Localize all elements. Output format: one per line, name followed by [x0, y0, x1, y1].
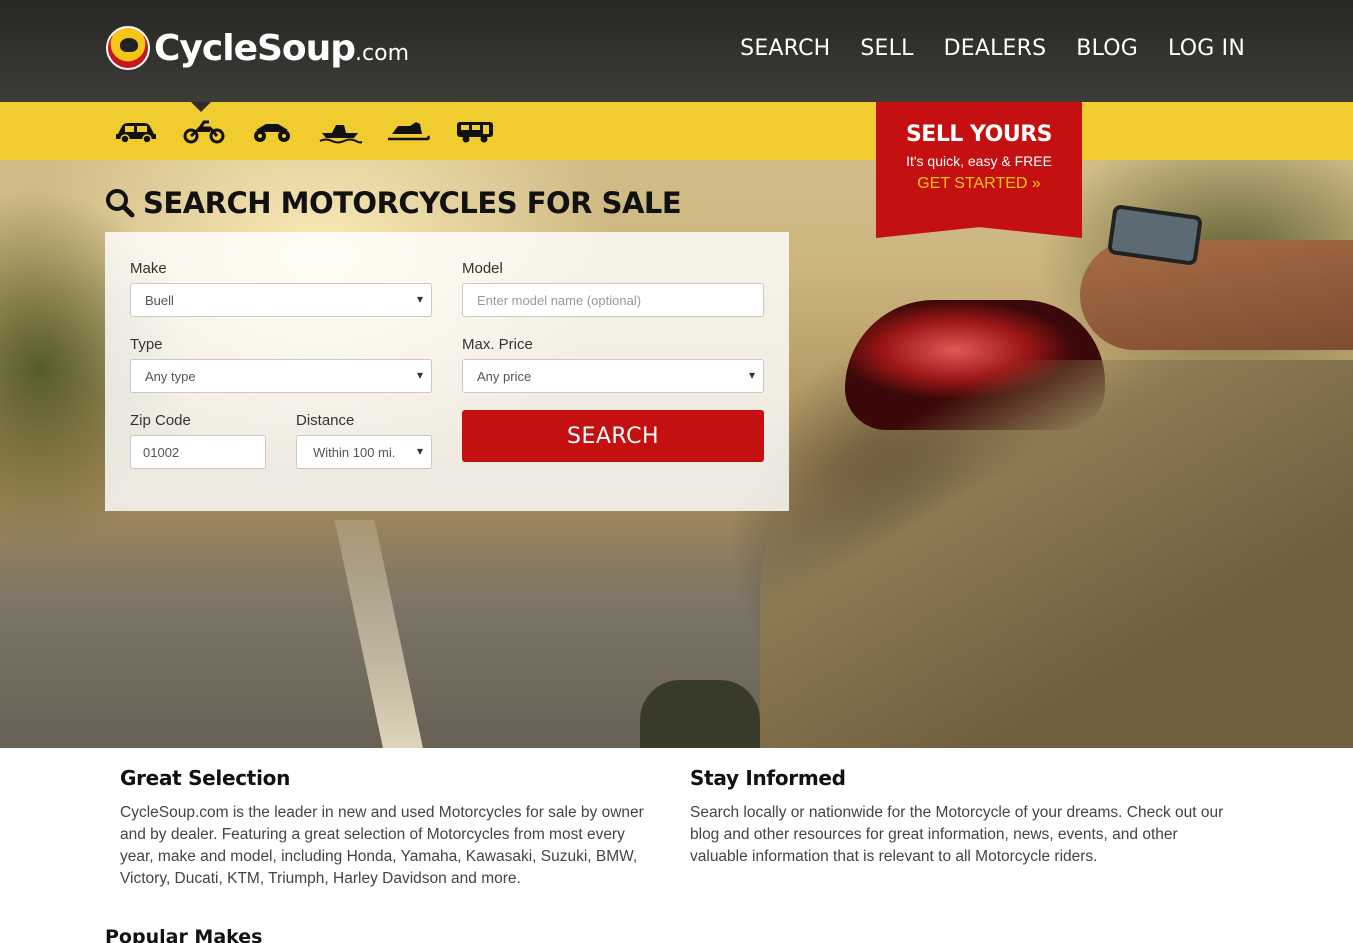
max-price-select[interactable]: Any price	[462, 359, 764, 393]
distance-select[interactable]: Within 100 mi.	[296, 435, 432, 469]
nav-blog[interactable]: BLOG	[1076, 36, 1138, 61]
hero-rider-arm	[1080, 240, 1353, 350]
zip-code-field: Zip Code 01002	[130, 412, 266, 469]
rv-icon[interactable]	[454, 118, 498, 144]
max-price-label: Max. Price	[462, 336, 533, 353]
vehicle-type-tabs	[114, 118, 498, 144]
type-select[interactable]: Any type	[130, 359, 432, 393]
zip-code-input[interactable]: 01002	[130, 435, 266, 469]
boat-icon[interactable]	[318, 118, 362, 144]
hero-rider-boot	[640, 680, 760, 748]
search-button[interactable]: SEARCH	[462, 410, 764, 462]
stay-informed-section: Stay Informed Search locally or nationwi…	[690, 766, 1230, 868]
duck-logo-icon	[106, 26, 150, 70]
nav-dealers[interactable]: DEALERS	[944, 36, 1047, 61]
great-selection-section: Great Selection CycleSoup.com is the lea…	[120, 766, 660, 890]
type-label: Type	[130, 336, 163, 353]
nav-sell[interactable]: SELL	[860, 36, 913, 61]
search-heading: SEARCH MOTORCYCLES FOR SALE	[105, 186, 682, 220]
great-selection-body: CycleSoup.com is the leader in new and u…	[120, 804, 644, 887]
model-field: Model Enter model name (optional)	[462, 260, 764, 317]
nav-log-in[interactable]: LOG IN	[1168, 36, 1245, 61]
type-field: Type Any type	[130, 336, 432, 393]
stay-informed-body: Search locally or nationwide for the Mot…	[690, 804, 1224, 865]
nav-search[interactable]: SEARCH	[740, 36, 830, 61]
active-tab-caret	[191, 102, 211, 112]
great-selection-title: Great Selection	[120, 766, 291, 790]
main-nav: SEARCH SELL DEALERS BLOG LOG IN	[740, 36, 1245, 61]
make-field: Make Buell	[130, 260, 432, 317]
distance-label: Distance	[296, 412, 355, 429]
site-header: CycleSoup.com SEARCH SELL DEALERS BLOG L…	[0, 0, 1353, 102]
model-label: Model	[462, 260, 503, 277]
sell-banner-subtitle: It's quick, easy & FREE	[906, 153, 1052, 169]
zip-code-label: Zip Code	[130, 412, 191, 429]
logo-wordmark: CycleSoup.com	[154, 27, 410, 69]
car-icon[interactable]	[114, 118, 158, 144]
search-title-text: SEARCH MOTORCYCLES FOR SALE	[143, 186, 682, 220]
snowmobile-icon[interactable]	[386, 118, 430, 144]
make-label: Make	[130, 260, 167, 277]
magnifier-icon	[106, 189, 135, 218]
stay-informed-title: Stay Informed	[690, 766, 846, 790]
get-started-link[interactable]: GET STARTED »	[917, 175, 1041, 193]
max-price-field: Max. Price Any price	[462, 336, 764, 393]
sell-banner-title: SELL YOURS	[905, 122, 1053, 147]
sell-yours-banner[interactable]: SELL YOURS It's quick, easy & FREE GET S…	[876, 102, 1082, 238]
popular-makes-heading: Popular Makes	[105, 926, 263, 943]
distance-field: Distance Within 100 mi.	[296, 412, 432, 469]
hero-rider-leg	[760, 360, 1353, 748]
site-logo[interactable]: CycleSoup.com	[106, 26, 409, 70]
make-select[interactable]: Buell	[130, 283, 432, 317]
motorcycle-icon[interactable]	[182, 118, 226, 144]
model-input[interactable]: Enter model name (optional)	[462, 283, 764, 317]
atv-icon[interactable]	[250, 118, 294, 144]
